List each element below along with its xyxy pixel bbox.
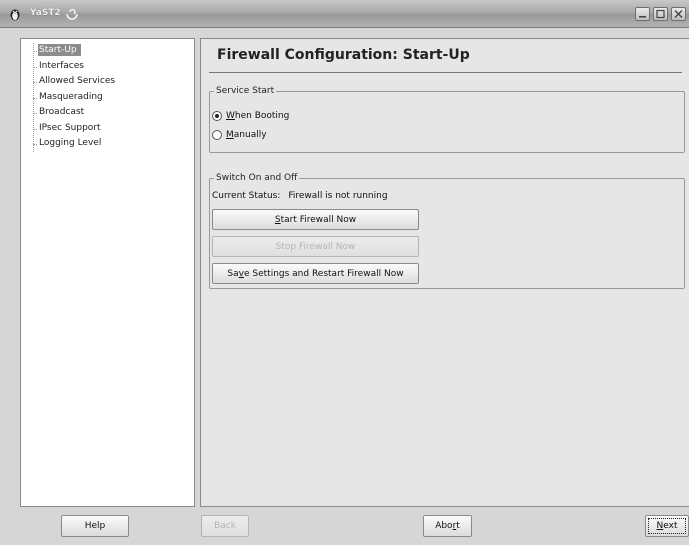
current-status-row: Current Status: Firewall is not running [212, 191, 388, 201]
nav-item-start-up[interactable]: Start-Up [32, 43, 119, 59]
close-icon[interactable] [671, 7, 686, 21]
nav-item-interfaces[interactable]: Interfaces [32, 59, 119, 75]
service-start-legend: Service Start [214, 86, 277, 96]
radio-checked-icon[interactable] [212, 111, 222, 121]
when-booting-radio[interactable]: When Booting [212, 109, 289, 123]
nav-item-ipsec-support[interactable]: IPsec Support [32, 121, 119, 137]
navigation-tree-panel: Start-Up Interfaces Allowed Services Mas… [20, 38, 195, 507]
abort-button[interactable]: Abo r t [423, 515, 472, 537]
yast-swirl-icon [64, 5, 80, 21]
nav-item-logging-level[interactable]: Logging Level [32, 136, 119, 152]
current-status-label: Current Status: [212, 191, 281, 201]
minimize-icon[interactable] [635, 7, 650, 21]
stop-firewall-button[interactable]: Stop Firewall Now [212, 236, 419, 257]
manually-label: Manually [226, 130, 267, 140]
nav-item-allowed-services[interactable]: Allowed Services [32, 74, 119, 90]
manually-radio[interactable]: Manually [212, 128, 267, 142]
next-button[interactable]: Next [645, 515, 689, 537]
radio-unchecked-icon[interactable] [212, 130, 222, 140]
save-restart-firewall-button[interactable]: Sa v e Settings and Restart Firewall Now [212, 263, 419, 284]
service-start-group: Service Start When Booting Manually [209, 86, 685, 153]
switch-on-off-legend: Switch On and Off [214, 173, 300, 183]
page-title: Firewall Configuration: Start-Up [217, 47, 470, 63]
window-title: YaST2 [30, 8, 61, 18]
back-button[interactable]: Back [201, 515, 249, 537]
maximize-icon[interactable] [653, 7, 668, 21]
start-firewall-button[interactable]: Start Firewall Now [212, 209, 419, 230]
switch-on-off-group: Switch On and Off Current Status: Firewal… [209, 173, 685, 289]
penguin-icon [8, 7, 22, 21]
navigation-tree: Start-Up Interfaces Allowed Services Mas… [32, 43, 119, 152]
current-status-value: Firewall is not running [288, 191, 388, 201]
help-button[interactable]: Help [61, 515, 129, 537]
title-divider [209, 72, 682, 73]
when-booting-label: When Booting [226, 111, 290, 121]
nav-item-masquerading[interactable]: Masquerading [32, 90, 119, 106]
main-content: Firewall Configuration: Start-Up Service… [200, 38, 689, 507]
nav-item-broadcast[interactable]: Broadcast [32, 105, 119, 121]
window-titlebar[interactable]: YaST2 [0, 0, 689, 28]
